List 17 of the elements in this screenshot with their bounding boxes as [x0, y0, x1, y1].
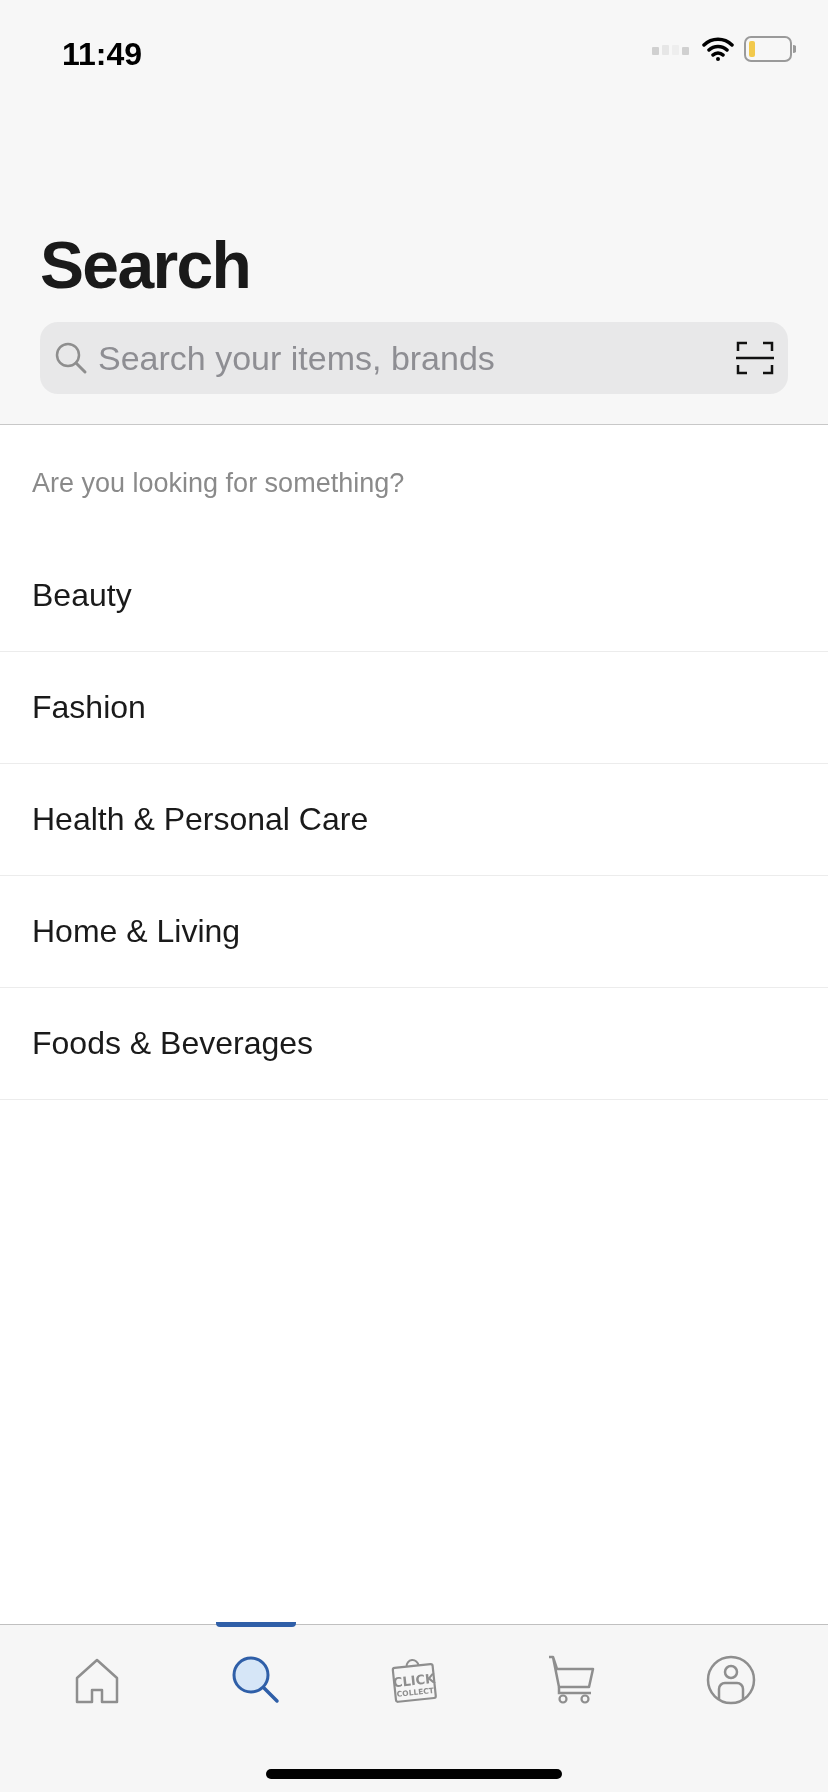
category-item[interactable]: Fashion [0, 651, 828, 764]
category-item[interactable]: Beauty [0, 539, 828, 652]
category-item[interactable]: Health & Personal Care [0, 763, 828, 876]
signal-icon [652, 43, 692, 55]
search-icon [230, 1655, 281, 1705]
status-time: 11:49 [62, 35, 143, 74]
scan-icon[interactable] [736, 341, 774, 375]
search-icon [54, 341, 88, 375]
wifi-icon [702, 37, 734, 61]
search-input[interactable]: Search your items, brands [98, 332, 726, 384]
category-item[interactable]: Home & Living [0, 875, 828, 988]
page-title: Search [40, 232, 252, 298]
category-item[interactable]: Foods & Beverages [0, 987, 828, 1100]
account-icon [705, 1655, 756, 1705]
search-field[interactable]: Search your items, brands [40, 322, 788, 394]
prompt-text: Are you looking for something? [32, 467, 406, 500]
battery-icon [744, 36, 796, 62]
